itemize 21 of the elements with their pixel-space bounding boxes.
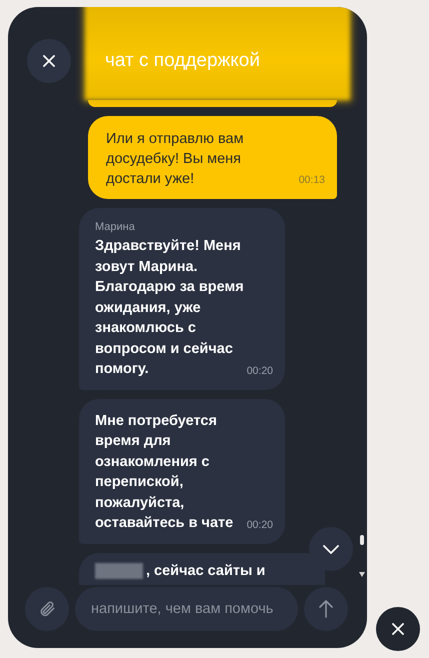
send-button[interactable] [304, 586, 348, 630]
sender-name: Марина [95, 220, 135, 234]
message-time: 00:20 [246, 518, 273, 532]
close-icon [392, 623, 404, 635]
scrollbar-thumb[interactable] [360, 535, 364, 545]
message-text: Или я отправлю вам досудебку! Вы меня достали уже! [106, 130, 245, 189]
chat-title: чат с поддержкой [105, 50, 260, 72]
message-text: Здравствуйте! Меня зовут Марина. Благодарю за время ожидания, уже знакомлюсь с вопросом и сейчас помогу. [95, 237, 245, 379]
message-time: 00:13 [298, 173, 325, 187]
message-input[interactable]: напишите, чем вам помочь [75, 586, 298, 630]
scroll-arrow-icon[interactable] [359, 572, 365, 577]
close-icon [43, 55, 55, 67]
message-text: Мне потребуется время для ознакомления с перепиской, пожалуйста, оставайтесь в чате [95, 412, 234, 533]
message-time: 00:20 [246, 364, 273, 378]
message-text: , сейчас сайты и [146, 562, 266, 580]
close-button[interactable] [376, 607, 420, 651]
arrow-up-icon [319, 600, 333, 618]
close-button[interactable] [27, 39, 71, 83]
chevron-down-icon [323, 544, 339, 554]
paperclip-icon [38, 600, 56, 618]
attach-button[interactable] [25, 586, 69, 630]
